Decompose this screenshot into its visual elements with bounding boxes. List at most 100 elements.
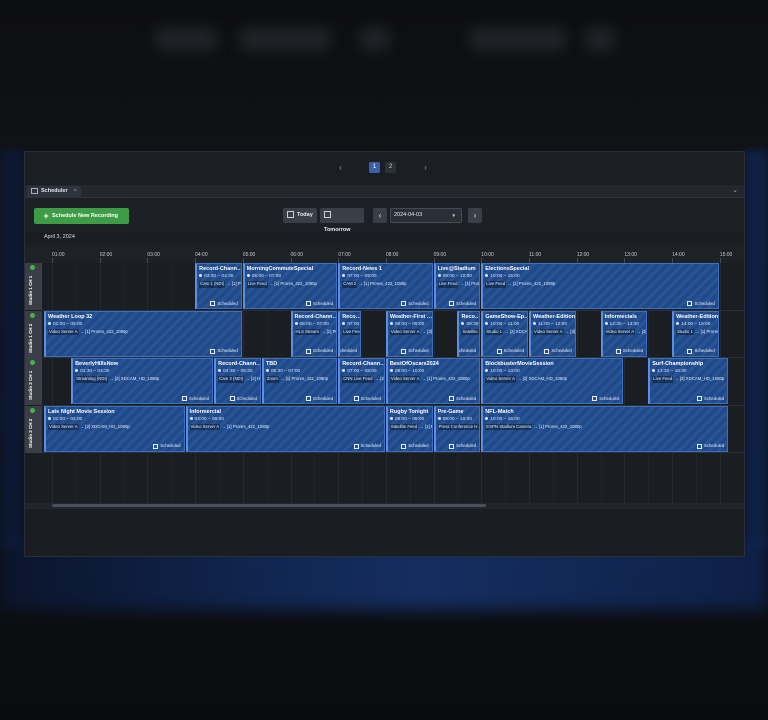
event-time-text: 09:00 – 10:00	[442, 416, 472, 422]
recording-event[interactable]: Record-Chann… 04:30 – 05:30 Cam 2 (NDI) → …	[214, 358, 261, 404]
event-time: 05:30 – 07:00	[265, 369, 300, 374]
recording-event[interactable]: Record-News 1 07:00 – 09:00 CAM 2 → [1] Pr…	[338, 263, 433, 309]
event-routing: Live Feed → [2] XDCAM_HD_1080p	[652, 376, 724, 383]
event-title: Record-Chann…	[218, 361, 261, 367]
recording-event[interactable]: Record-Chann… 03:30 – 04:30 Cam 1 (NDI) → …	[195, 263, 242, 309]
recording-event[interactable]: Reco…07:00Live Feed → [1] Prores Schedule…	[338, 310, 362, 357]
channel-label[interactable]: Studio 2 CH 1	[25, 358, 42, 406]
recording-event[interactable]: Late Night Movie Session 01:00 – 04:00 Vid…	[44, 405, 185, 452]
next-day-button[interactable]: ›	[468, 208, 482, 223]
recording-event[interactable]: Rugby Tonight 08:00 – 09:00 Satellite Feed…	[385, 405, 433, 452]
arrow-right-icon: →	[674, 376, 679, 381]
page-next-button[interactable]: ›	[420, 162, 431, 173]
event-time-text: 10:00 – 16:00	[490, 416, 520, 422]
recording-event[interactable]: ElectionsSpecial 10:00 – 15:00 Live Feed →…	[481, 263, 719, 309]
arrow-right-icon: →	[221, 423, 226, 429]
arrow-right-icon: →	[636, 328, 641, 334]
clock-icon	[48, 416, 51, 420]
status-icon	[615, 348, 621, 354]
clock-icon	[342, 274, 346, 278]
event-input: Video Server A	[533, 328, 564, 335]
calendar-icon	[324, 211, 331, 219]
recording-event[interactable]: Surf-Championship 13:30 – 16:30 Live Feed …	[648, 358, 729, 404]
page-1-button[interactable]: 1	[369, 162, 380, 173]
today-button[interactable]: Today	[283, 208, 317, 223]
recording-event[interactable]: Informercial 04:00 – 08:00 Video Server A …	[185, 405, 385, 452]
event-routing: Video Server A → [2] XDCAM_HD_1080p	[485, 376, 567, 383]
event-time-text: 10:00 – 15:00	[490, 274, 520, 279]
recording-event[interactable]: NFL-Match 10:00 – 16:00 ESPN Stadium Camer…	[481, 405, 729, 452]
event-title: Weather Loop 32	[48, 313, 93, 320]
recording-event[interactable]: Reco…09:30Satellite → [1] Prores Schedule…	[457, 310, 481, 357]
event-time: 10:00 – 11:00	[485, 322, 519, 327]
recording-event[interactable]: Weather Loop 32 01:00 – 05:00 Video Server…	[44, 310, 242, 357]
channel-name: Studio 2 CH 1	[28, 370, 33, 400]
event-output: [3] AVCI_100M_1080p	[427, 328, 432, 334]
recording-event[interactable]: GameShow-Ep… 10:00 – 11:00 Studio 1 → [2] …	[481, 310, 528, 357]
channel-label[interactable]: Studio 2 CH 2	[25, 405, 42, 454]
recording-event[interactable]: Record-Chann… 06:00 – 07:00 HLS Stream → […	[290, 310, 338, 357]
recording-event[interactable]: Live@Stadium 09:00 – 10:00 Live Feed → [1]…	[433, 263, 481, 309]
event-status-text: Scheduled	[312, 300, 334, 306]
timeline-hour-label: 14:00	[672, 252, 685, 258]
event-status-text: Scheduled	[360, 395, 381, 401]
event-status: Scheduled	[305, 348, 333, 354]
arrow-right-icon: →	[507, 281, 512, 286]
recording-event[interactable]: Weather-Edition2 11:00 – 12:00 Video Serve…	[529, 310, 576, 357]
timeline-hour-label: 03:00	[147, 252, 160, 258]
recording-event[interactable]: Weather-Edition3 14:00 – 15:00 Studio 1 → …	[672, 310, 719, 357]
event-status: Scheduled	[401, 443, 429, 449]
recording-event[interactable]: BeverlyHillsNow 01:30 – 04:30 Streaming (N…	[71, 358, 214, 404]
event-status: Scheduled	[210, 301, 238, 306]
event-status: Scheduled	[697, 443, 724, 449]
clock-icon	[218, 369, 222, 373]
event-title: BeverlyHillsNow	[75, 361, 119, 367]
event-time-text: 07:00 – 09:00	[347, 274, 377, 279]
page-prev-button[interactable]: ‹	[335, 162, 346, 173]
event-input: CAM 2	[342, 281, 358, 288]
event-status: Scheduled	[615, 348, 643, 354]
schedule-new-recording-button[interactable]: + Schedule New Recording	[34, 208, 129, 224]
event-routing: Video Server A → [1] Prores_422_1080p	[48, 328, 128, 335]
page-2-button[interactable]: 2	[385, 162, 396, 173]
arrow-right-icon: →	[504, 328, 509, 334]
clock-icon	[652, 369, 656, 373]
clock-icon	[676, 321, 680, 325]
recording-event[interactable]: Pre-Game 09:00 – 10:00 Press Conference H……	[433, 405, 481, 452]
timeline-hour-label: 08:00	[385, 252, 399, 258]
event-input: CNN Live Feed	[342, 376, 374, 383]
tab-scheduler[interactable]: Scheduler ×	[27, 186, 81, 197]
blurred-nav-item	[240, 28, 330, 50]
event-status-text: Scheduled	[217, 348, 238, 354]
arrow-right-icon: →	[245, 376, 250, 381]
scrollbar-thumb[interactable]	[52, 504, 486, 507]
recording-event[interactable]: Weather-First … 08:00 – 09:00 Video Server…	[385, 310, 433, 357]
recording-event[interactable]: BestOfOscars2024 08:00 – 10:00 Video Serve…	[385, 358, 481, 404]
timeline-hour-label: 09:00	[433, 252, 447, 258]
clock-icon	[342, 321, 346, 325]
tomorrow-button[interactable]: Tomorrow	[320, 208, 364, 233]
recording-event[interactable]: TBD 05:30 – 07:00 Zoom → [1] Prores_422_10…	[261, 358, 338, 404]
channel-label[interactable]: Studio 1 CH 2	[25, 310, 42, 359]
timeline-hour-label: 15:00	[719, 252, 733, 258]
channel-label[interactable]: Studio 1 CH 1	[25, 263, 42, 311]
status-icon	[401, 443, 407, 449]
recording-event[interactable]: MorningCommuteSpecial 05:00 – 07:00 Live F…	[242, 263, 338, 309]
close-icon[interactable]: ×	[74, 188, 77, 194]
event-status: Scheduled	[687, 348, 715, 354]
recording-event[interactable]: BlockbusterMovieSession 10:00 – 13:00 Vide…	[481, 358, 624, 404]
date-select[interactable]: 2024-04-03 ▼	[390, 208, 462, 223]
clock-icon	[485, 416, 489, 420]
event-status: Scheduled	[448, 443, 476, 449]
recording-event[interactable]: Informecials 12:30 – 13:30 Video Server A …	[600, 310, 648, 357]
timeline-hour-label: 10:00	[481, 252, 494, 258]
recording-event[interactable]: Record-Chann… 07:00 – 08:00 CNN Live Feed …	[338, 358, 385, 404]
status-dot-icon	[30, 265, 35, 270]
event-title: Reco…	[461, 313, 481, 320]
prev-day-button[interactable]: ‹	[373, 208, 387, 223]
chevron-down-icon[interactable]: ⌄	[732, 185, 738, 197]
timeline-hour-label: 12:00	[576, 252, 590, 258]
event-output: [1] Prores_422_1080p	[424, 423, 432, 429]
scheduler-window: ‹ 1 2 › Scheduler × ⌄ + Schedule New Recor…	[25, 152, 744, 556]
event-input: Video Server A	[48, 423, 79, 430]
